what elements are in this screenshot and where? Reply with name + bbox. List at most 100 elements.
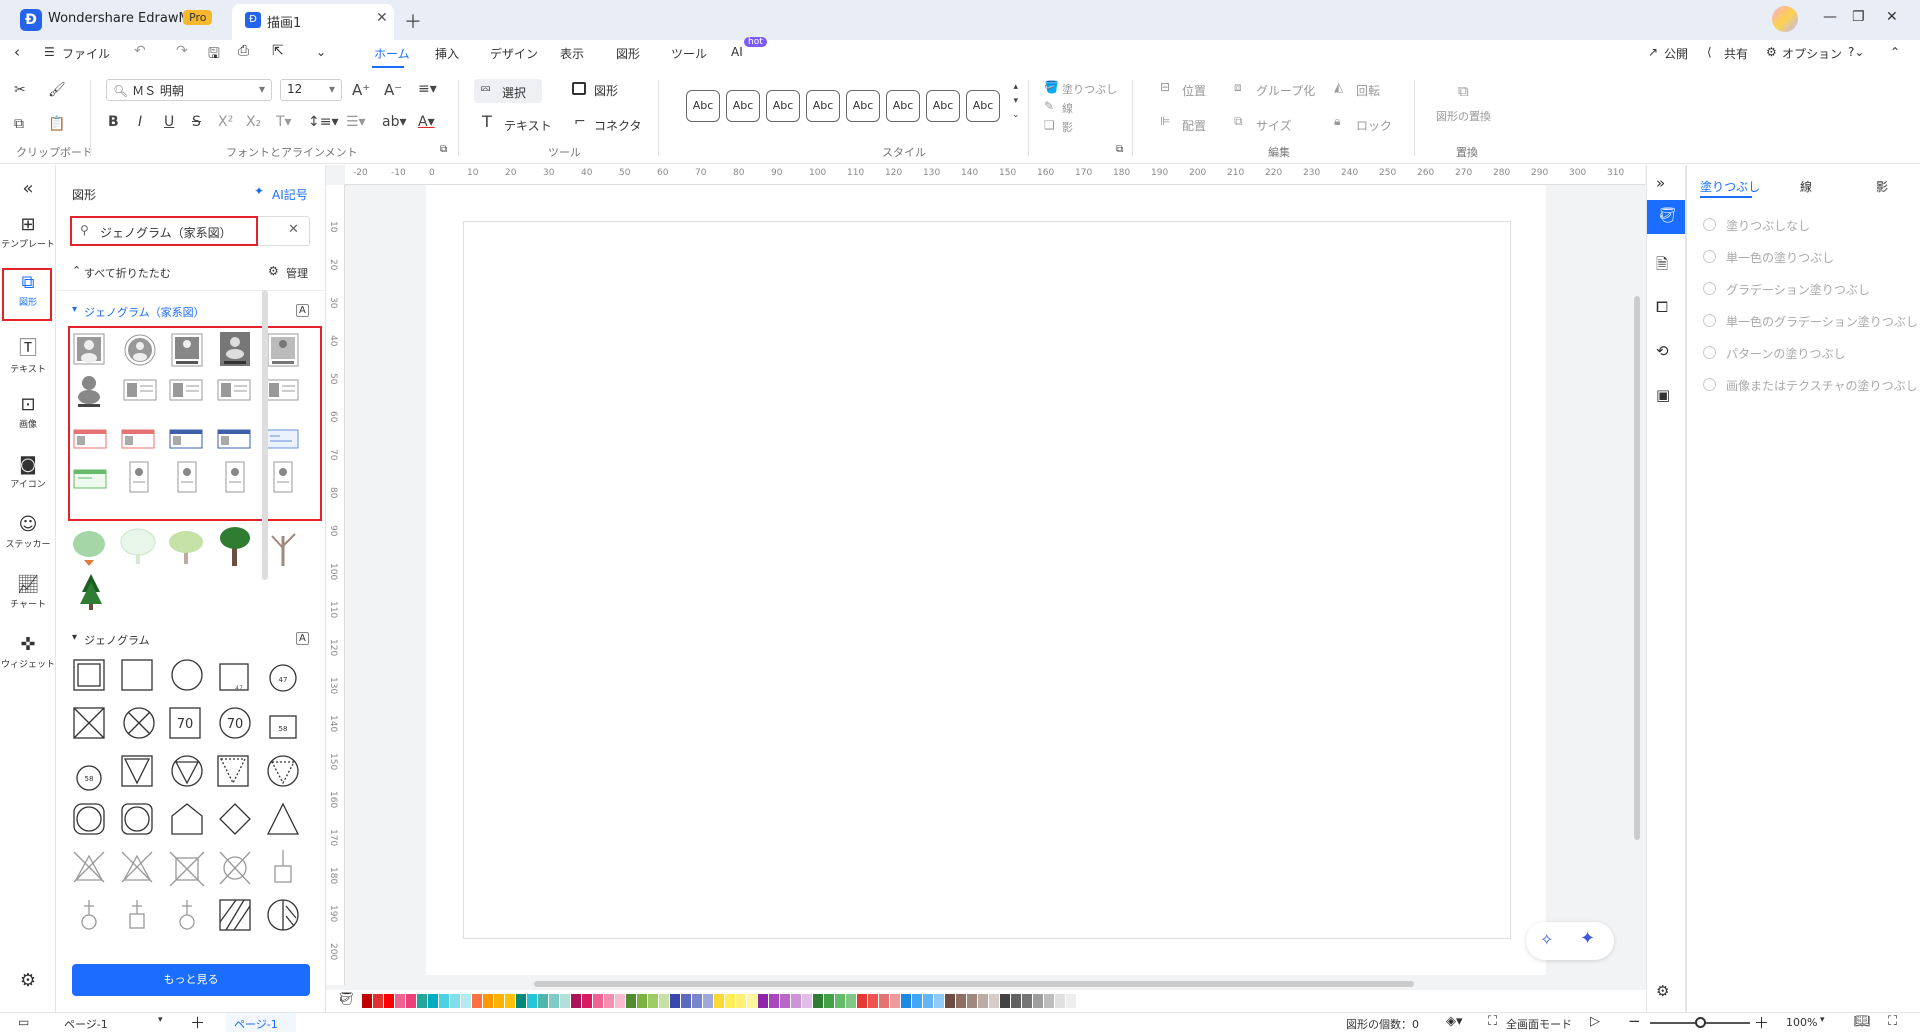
tree-shape-1[interactable] [73,531,105,566]
help-icon[interactable]: ?⌄ [1848,45,1864,59]
gallery-scroll-icon[interactable]: ▴ ▾ ⌄ [1012,80,1020,122]
fullscreen-mode-button[interactable]: 全画面モード [1506,1016,1572,1032]
cut-icon[interactable]: ✂ [14,82,26,98]
color-swatch[interactable] [1066,994,1076,1008]
color-swatch[interactable] [857,994,867,1008]
ai-sparkle-icon[interactable]: ✦ [1580,928,1595,949]
style-swatch-6[interactable]: Abc [886,90,920,122]
share-button[interactable]: 共有 [1724,45,1748,62]
style-swatch-7[interactable]: Abc [926,90,960,122]
genogram-shape-3[interactable] [171,333,203,367]
position-button[interactable]: 位置 [1182,82,1206,99]
radio-pattern-fill[interactable] [1703,346,1716,359]
genogram-shape-13[interactable] [169,429,203,449]
genogram-shape-6[interactable] [78,376,100,407]
tab-ai[interactable]: AI [731,45,743,59]
align-icon[interactable]: ≡▾ [418,81,437,97]
tree-shape-6[interactable] [80,574,102,610]
color-swatch[interactable] [1011,994,1021,1008]
manage-button[interactable]: 管理 [286,265,308,281]
bold-icon[interactable]: B [108,114,119,130]
increase-font-icon[interactable]: A⁺ [352,81,370,99]
add-page-icon[interactable]: ＋ [190,1012,205,1033]
style-swatch-1[interactable]: Abc [686,90,720,122]
fill-button[interactable]: 塗りつぶし [1062,81,1117,97]
text-tool-button[interactable]: テキスト [504,117,552,134]
genogram-shape-16[interactable] [73,469,107,489]
color-swatch[interactable] [384,994,394,1008]
new-tab-icon[interactable]: ＋ [404,8,422,34]
avatar[interactable] [1772,6,1798,32]
color-swatch[interactable] [791,994,801,1008]
tree-shape-3[interactable] [169,531,203,564]
shape-tool-button[interactable]: 図形 [594,82,618,99]
color-swatch[interactable] [637,994,647,1008]
symbol-circle-with-stem-1[interactable] [81,900,97,930]
color-swatch[interactable] [978,994,988,1008]
tree-shape-5[interactable] [271,533,296,566]
chevron-down-icon[interactable]: ▾ [1820,1015,1825,1025]
color-swatch[interactable] [703,994,713,1008]
zoom-in-icon[interactable]: ＋ [1754,1012,1769,1033]
align-button[interactable]: 配置 [1182,117,1206,134]
color-swatch[interactable] [439,994,449,1008]
book-icon[interactable]: 📖︎ [1854,1014,1871,1029]
genogram-shape-4[interactable] [220,332,250,366]
color-swatch[interactable] [681,994,691,1008]
undo-icon[interactable]: ↶ [134,43,146,59]
color-swatch[interactable] [769,994,779,1008]
tab-design[interactable]: デザイン [490,45,538,62]
sidebar-item-icons[interactable]: ◙ アイコン [0,454,56,490]
group-button[interactable]: グループ化 [1256,82,1315,99]
sidebar-item-charts[interactable]: 📈︎ チャート [0,574,56,610]
color-swatch[interactable] [1033,994,1043,1008]
color-swatch[interactable] [868,994,878,1008]
color-swatch[interactable] [483,994,493,1008]
genogram-shape-5[interactable] [267,333,299,367]
section-chevron-icon[interactable]: ▾ [72,304,77,315]
color-swatch[interactable] [472,994,482,1008]
layers-icon[interactable]: ◈▾ [1446,1014,1463,1029]
color-swatch[interactable] [1044,994,1054,1008]
options-button[interactable]: オプション [1782,45,1842,62]
connector-tool-button[interactable]: コネクタ [594,117,642,134]
color-swatch[interactable] [560,994,570,1008]
fit-page-icon[interactable]: ⛶ [1888,1014,1897,1029]
genogram-shape-2[interactable] [124,334,156,366]
color-swatch[interactable] [1055,994,1065,1008]
text-case-icon[interactable]: ab▾ [382,114,407,130]
style-swatch-5[interactable]: Abc [846,90,880,122]
color-swatch[interactable] [549,994,559,1008]
settings-icon[interactable]: ⚙ [1656,982,1669,1000]
restore-icon[interactable]: ❐ [1852,9,1865,25]
font-color-icon[interactable]: A▾ [418,114,435,130]
symbol-cross-triangle[interactable] [121,851,153,883]
collapse-panel-icon[interactable]: « [0,178,56,199]
color-swatch[interactable] [747,994,757,1008]
color-swatch[interactable] [417,994,427,1008]
superscript-icon[interactable]: X² [218,114,233,130]
color-swatch[interactable] [989,994,999,1008]
genogram-shape-10[interactable] [265,379,299,401]
color-swatch[interactable] [604,994,614,1008]
genogram-shape-17[interactable] [129,461,149,493]
color-swatch[interactable] [516,994,526,1008]
minimize-icon[interactable]: — [1823,9,1837,25]
shadow-button[interactable]: 影 [1062,119,1073,135]
symbol-cross-outline[interactable] [73,851,105,883]
collapse-ribbon-icon[interactable]: ⌃ [1890,45,1900,59]
export-icon[interactable]: ⇱ [272,43,284,59]
genogram-shape-grid[interactable] [70,328,320,518]
window-close-icon[interactable]: ✕ [1886,9,1898,25]
color-swatch[interactable] [450,994,460,1008]
slideshow-icon[interactable]: ▣ [1656,386,1670,404]
ai-symbol-button[interactable]: AI記号 [272,186,308,203]
symbol-dashed-triangle-circle[interactable] [267,755,299,787]
size-button[interactable]: サイズ [1256,117,1292,134]
chevron-down-icon[interactable]: ▾ [158,1015,163,1025]
color-swatch[interactable] [813,994,823,1008]
decrease-font-icon[interactable]: A⁻ [384,81,402,99]
symbol-diamond[interactable] [219,803,251,835]
color-swatch[interactable] [659,994,669,1008]
color-swatch[interactable] [406,994,416,1008]
